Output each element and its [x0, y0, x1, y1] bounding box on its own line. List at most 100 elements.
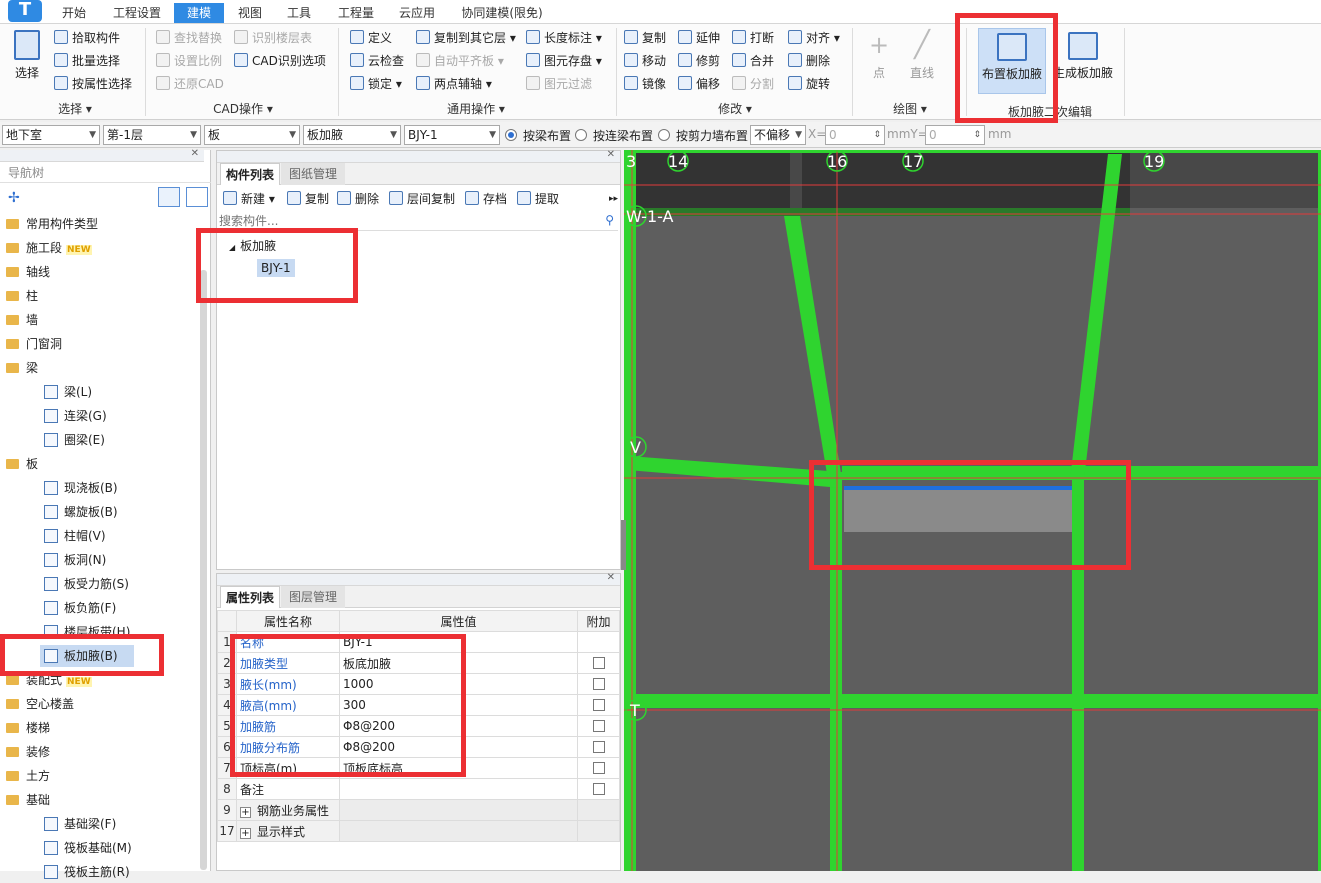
select-by-property-button[interactable]: 按属性选择: [54, 74, 132, 94]
trim-button[interactable]: 修剪: [678, 51, 720, 71]
nav-item[interactable]: 板负筋(F): [44, 597, 116, 619]
split-button[interactable]: 分割: [732, 74, 774, 94]
floor-select[interactable]: 第-1层 ▼: [103, 125, 201, 145]
save-element-button[interactable]: 图元存盘 ▾: [526, 51, 602, 71]
break-button[interactable]: 打断: [732, 28, 774, 48]
attach-checkbox[interactable]: [592, 699, 605, 711]
group-label-cad[interactable]: CAD操作 ▾: [198, 100, 288, 117]
select-button[interactable]: 选择: [6, 30, 48, 81]
copy-to-other-floor-button[interactable]: 复制到其它层 ▾: [416, 28, 516, 48]
nav-item[interactable]: 梁: [6, 357, 38, 379]
cad-identify-options-button[interactable]: CAD识别选项: [234, 51, 326, 71]
nav-item[interactable]: 门窗洞: [6, 333, 62, 355]
offset-button[interactable]: 偏移: [678, 74, 720, 94]
close-icon[interactable]: ✕: [191, 148, 199, 159]
element-filter-button[interactable]: 图元过滤: [526, 74, 592, 94]
nav-item[interactable]: 施工段 NEW: [6, 237, 92, 259]
find-replace-button[interactable]: 查找替换: [156, 28, 222, 48]
copy-button[interactable]: 复制: [624, 28, 666, 48]
merge-button[interactable]: 合并: [732, 51, 774, 71]
property-value[interactable]: [339, 799, 578, 821]
mirror-button[interactable]: 镜像: [624, 74, 666, 94]
batch-select-button[interactable]: 批量选择: [54, 51, 120, 71]
radio-by-coupling-beam[interactable]: [575, 129, 587, 141]
property-value[interactable]: [339, 820, 578, 842]
extend-button[interactable]: 延伸: [678, 28, 720, 48]
component-select[interactable]: BJY-1 ▼: [404, 125, 500, 145]
nav-item[interactable]: 墙: [6, 309, 38, 331]
group-label-select[interactable]: 选择 ▾: [40, 100, 110, 117]
menu-tab-start[interactable]: 开始: [52, 3, 96, 23]
attach-checkbox[interactable]: [592, 678, 605, 690]
nav-item[interactable]: 梁(L): [44, 381, 92, 403]
grid-view-icon[interactable]: [186, 187, 208, 207]
menu-tab-quantity[interactable]: 工程量: [328, 3, 384, 23]
radio-by-shear-wall[interactable]: [658, 129, 670, 141]
move-button[interactable]: 移动: [624, 51, 666, 71]
attach-checkbox[interactable]: [592, 762, 605, 774]
radio-by-shear-wall-label[interactable]: 按剪力墙布置: [676, 127, 748, 144]
menu-tab-view[interactable]: 视图: [228, 3, 272, 23]
radio-by-beam[interactable]: [505, 129, 517, 141]
pick-component-button[interactable]: 拾取构件: [54, 28, 120, 48]
menu-tab-cloud[interactable]: 云应用: [392, 3, 442, 23]
tab-drawing-management[interactable]: 图纸管理: [281, 163, 345, 185]
y-input[interactable]: 0 ⇕: [925, 125, 985, 145]
draw-line-button[interactable]: ╱ 直线: [904, 30, 940, 81]
rotate-button[interactable]: 旋转: [788, 74, 830, 94]
cloud-check-button[interactable]: 云检查: [350, 51, 404, 71]
nav-item[interactable]: 土方: [6, 765, 50, 787]
tab-component-list[interactable]: 构件列表: [220, 163, 280, 185]
menu-tab-project-settings[interactable]: 工程设置: [104, 3, 170, 23]
component-type-select[interactable]: 板加腋 ▼: [303, 125, 401, 145]
x-input[interactable]: 0 ⇕: [825, 125, 885, 145]
new-button[interactable]: 新建 ▾: [223, 189, 275, 209]
nav-item[interactable]: 板洞(N): [44, 549, 106, 571]
identify-floor-table-button[interactable]: 识别楼层表: [234, 28, 312, 48]
nav-item[interactable]: 楼梯: [6, 717, 50, 739]
floor-group-select[interactable]: 地下室 ▼: [2, 125, 100, 145]
extract-button[interactable]: 提取: [517, 189, 559, 209]
nav-item[interactable]: 现浇板(B): [44, 477, 118, 499]
tab-layer-management[interactable]: 图层管理: [281, 586, 345, 608]
nav-item[interactable]: 板受力筋(S): [44, 573, 129, 595]
radio-by-coupling-beam-label[interactable]: 按连梁布置: [593, 127, 653, 144]
nav-item[interactable]: 轴线: [6, 261, 50, 283]
property-row[interactable]: 17 + 显示样式: [217, 820, 620, 842]
nav-item[interactable]: 柱帽(V): [44, 525, 106, 547]
menu-tab-modeling[interactable]: 建模: [174, 3, 224, 23]
nav-item[interactable]: 筏板基础(M): [44, 837, 132, 859]
copy-component-button[interactable]: 复制: [287, 189, 329, 209]
property-value[interactable]: [339, 778, 578, 800]
tab-property-list[interactable]: 属性列表: [220, 586, 280, 608]
attach-checkbox[interactable]: [592, 720, 605, 732]
nav-item[interactable]: 板: [6, 453, 38, 475]
attach-checkbox[interactable]: [592, 741, 605, 753]
align-button[interactable]: 对齐 ▾: [788, 28, 840, 48]
set-scale-button[interactable]: 设置比例: [156, 51, 222, 71]
nav-item[interactable]: 柱: [6, 285, 38, 307]
delete-button[interactable]: 删除: [788, 51, 830, 71]
group-label-draw[interactable]: 绘图 ▾: [880, 100, 940, 117]
define-button[interactable]: 定义: [350, 28, 392, 48]
property-row[interactable]: 9 + 钢筋业务属性: [217, 799, 620, 821]
menu-tab-collab[interactable]: 协同建模(限免): [454, 3, 550, 23]
auto-align-slab-button[interactable]: 自动平齐板 ▾: [416, 51, 504, 71]
offset-mode-select[interactable]: 不偏移 ▼: [750, 125, 806, 145]
nav-item[interactable]: 基础梁(F): [44, 813, 116, 835]
attach-checkbox[interactable]: [592, 657, 605, 669]
close-icon[interactable]: ✕: [607, 149, 615, 160]
nav-item[interactable]: 螺旋板(B): [44, 501, 118, 523]
splitter-handle[interactable]: [621, 520, 626, 570]
list-view-icon[interactable]: [158, 187, 180, 207]
nav-item[interactable]: 常用构件类型: [6, 213, 98, 235]
menu-tab-tools[interactable]: 工具: [278, 3, 320, 23]
group-label-general[interactable]: 通用操作 ▾: [436, 100, 516, 117]
attach-checkbox[interactable]: [592, 783, 605, 795]
nav-item[interactable]: 装修: [6, 741, 50, 763]
draw-point-button[interactable]: + 点: [862, 30, 896, 81]
nav-item[interactable]: 空心楼盖: [6, 693, 74, 715]
property-row[interactable]: 8 备注: [217, 778, 620, 800]
lock-button[interactable]: 锁定 ▾: [350, 74, 402, 94]
restore-cad-button[interactable]: 还原CAD: [156, 74, 224, 94]
